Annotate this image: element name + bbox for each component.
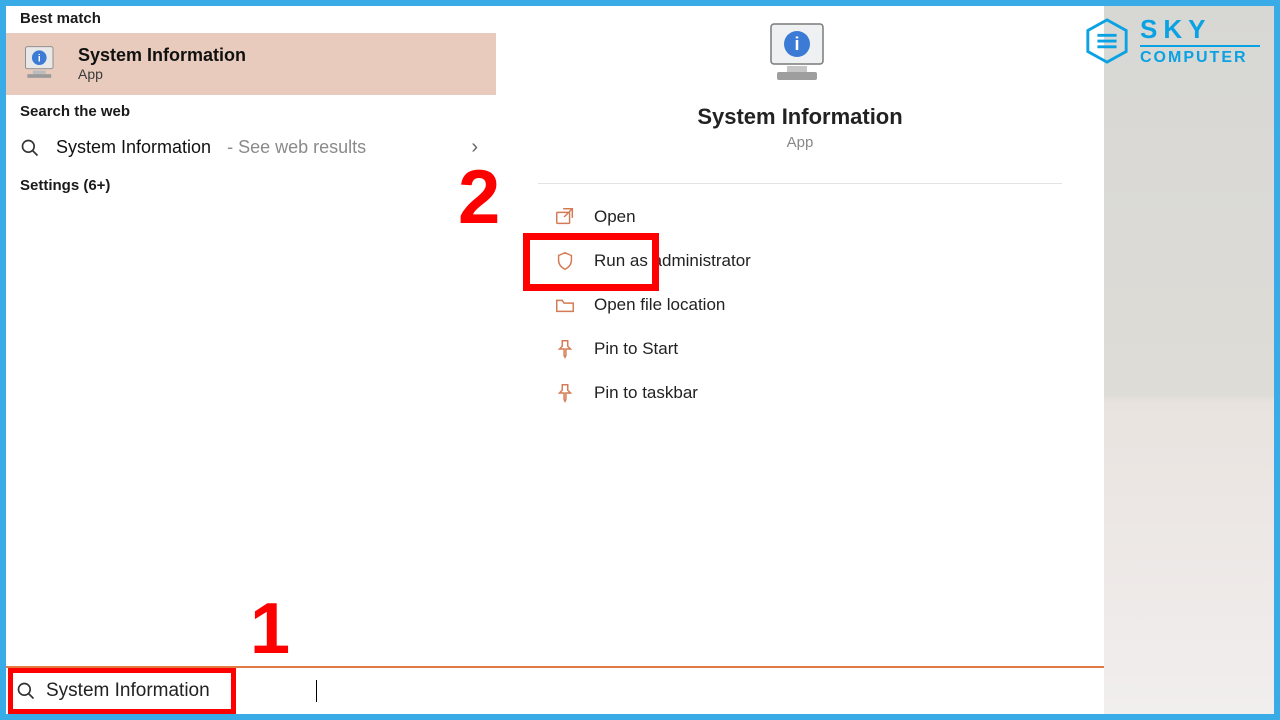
web-hint-text: - See web results	[227, 137, 366, 158]
taskbar-search-box[interactable]	[6, 666, 1104, 714]
search-icon	[16, 681, 36, 701]
action-label: Open	[594, 207, 636, 227]
search-icon	[20, 138, 40, 158]
preview-title: System Information	[697, 104, 902, 130]
brand-rule	[1140, 45, 1260, 47]
web-query-text: System Information	[56, 137, 211, 158]
search-web-header: Search the web	[6, 99, 496, 126]
chevron-right-icon: ›	[471, 136, 478, 159]
best-match-title: System Information	[78, 45, 246, 66]
best-match-header: Best match	[6, 6, 496, 33]
preview-column: i System Information App Open	[496, 6, 1104, 412]
brand-watermark: SKY COMPUTER	[1084, 16, 1260, 66]
run-as-admin-action[interactable]: Run as administrator	[546, 242, 926, 280]
web-search-result[interactable]: System Information - See web results ›	[6, 126, 496, 171]
best-match-subtitle: App	[78, 66, 246, 82]
system-information-icon: i	[20, 43, 64, 83]
settings-results-header[interactable]: Settings (6+)	[6, 171, 496, 200]
preview-subtitle: App	[787, 134, 814, 151]
admin-icon	[554, 250, 576, 272]
folder-icon	[554, 294, 576, 316]
pin-to-taskbar-action[interactable]: Pin to taskbar	[546, 374, 926, 412]
open-file-location-action[interactable]: Open file location	[546, 286, 926, 324]
brand-logo-icon	[1084, 18, 1130, 64]
desktop-background-strip	[1104, 6, 1274, 714]
pin-icon	[554, 382, 576, 404]
svg-text:i: i	[794, 34, 799, 54]
best-match-result[interactable]: i System Information App	[6, 33, 496, 95]
text-caret	[316, 680, 317, 702]
action-label: Pin to Start	[594, 339, 678, 359]
open-icon	[554, 206, 576, 228]
divider	[538, 183, 1062, 184]
pin-icon	[554, 338, 576, 360]
action-label: Open file location	[594, 295, 725, 315]
search-input[interactable]	[46, 680, 306, 702]
system-information-icon: i	[761, 18, 839, 90]
brand-line-1: SKY	[1140, 16, 1260, 42]
open-action[interactable]: Open	[546, 198, 926, 236]
results-column: Best match i System Information A	[6, 6, 496, 666]
action-label: Pin to taskbar	[594, 383, 698, 403]
brand-line-2: COMPUTER	[1140, 50, 1260, 66]
start-search-panel: Best match i System Information A	[6, 6, 1104, 714]
svg-text:i: i	[38, 53, 41, 64]
pin-to-start-action[interactable]: Pin to Start	[546, 330, 926, 368]
action-label: Run as administrator	[594, 251, 751, 271]
